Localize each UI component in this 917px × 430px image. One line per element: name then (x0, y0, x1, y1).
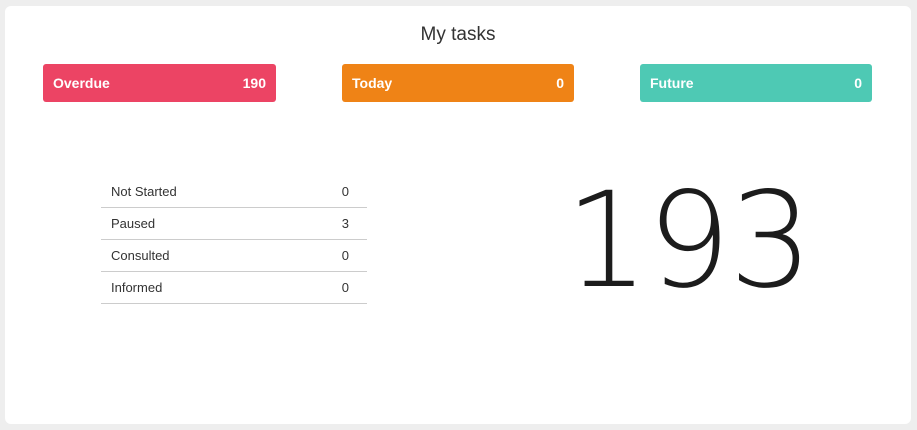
overdue-label: Overdue (53, 75, 110, 91)
status-label: Informed (111, 280, 163, 295)
table-row[interactable]: Paused 3 (101, 208, 367, 240)
today-tile[interactable]: Today 0 (342, 64, 574, 102)
table-row[interactable]: Not Started 0 (101, 176, 367, 208)
today-count: 0 (556, 75, 564, 91)
overdue-tile[interactable]: Overdue 190 (43, 64, 276, 102)
status-count: 0 (341, 280, 349, 295)
widget-title: My tasks (420, 24, 496, 45)
today-label: Today (352, 75, 393, 91)
status-label: Consulted (111, 248, 170, 263)
table-row[interactable]: Informed 0 (101, 272, 367, 304)
table-row[interactable]: Consulted 0 (101, 240, 367, 272)
status-count: 0 (341, 248, 349, 263)
status-count: 0 (341, 184, 349, 199)
future-label: Future (650, 75, 694, 91)
my-tasks-widget: My tasks Overdue 190 Today 0 Future 0 No… (5, 6, 911, 424)
status-label: Paused (111, 216, 156, 231)
future-count: 0 (854, 75, 862, 91)
status-table: Not Started 0 Paused 3 Consulted 0 Infor… (101, 176, 367, 304)
total-tasks-count: 193 (565, 164, 813, 318)
overdue-count: 190 (242, 75, 266, 91)
status-count: 3 (341, 216, 349, 231)
future-tile[interactable]: Future 0 (640, 64, 872, 102)
status-label: Not Started (111, 184, 177, 199)
